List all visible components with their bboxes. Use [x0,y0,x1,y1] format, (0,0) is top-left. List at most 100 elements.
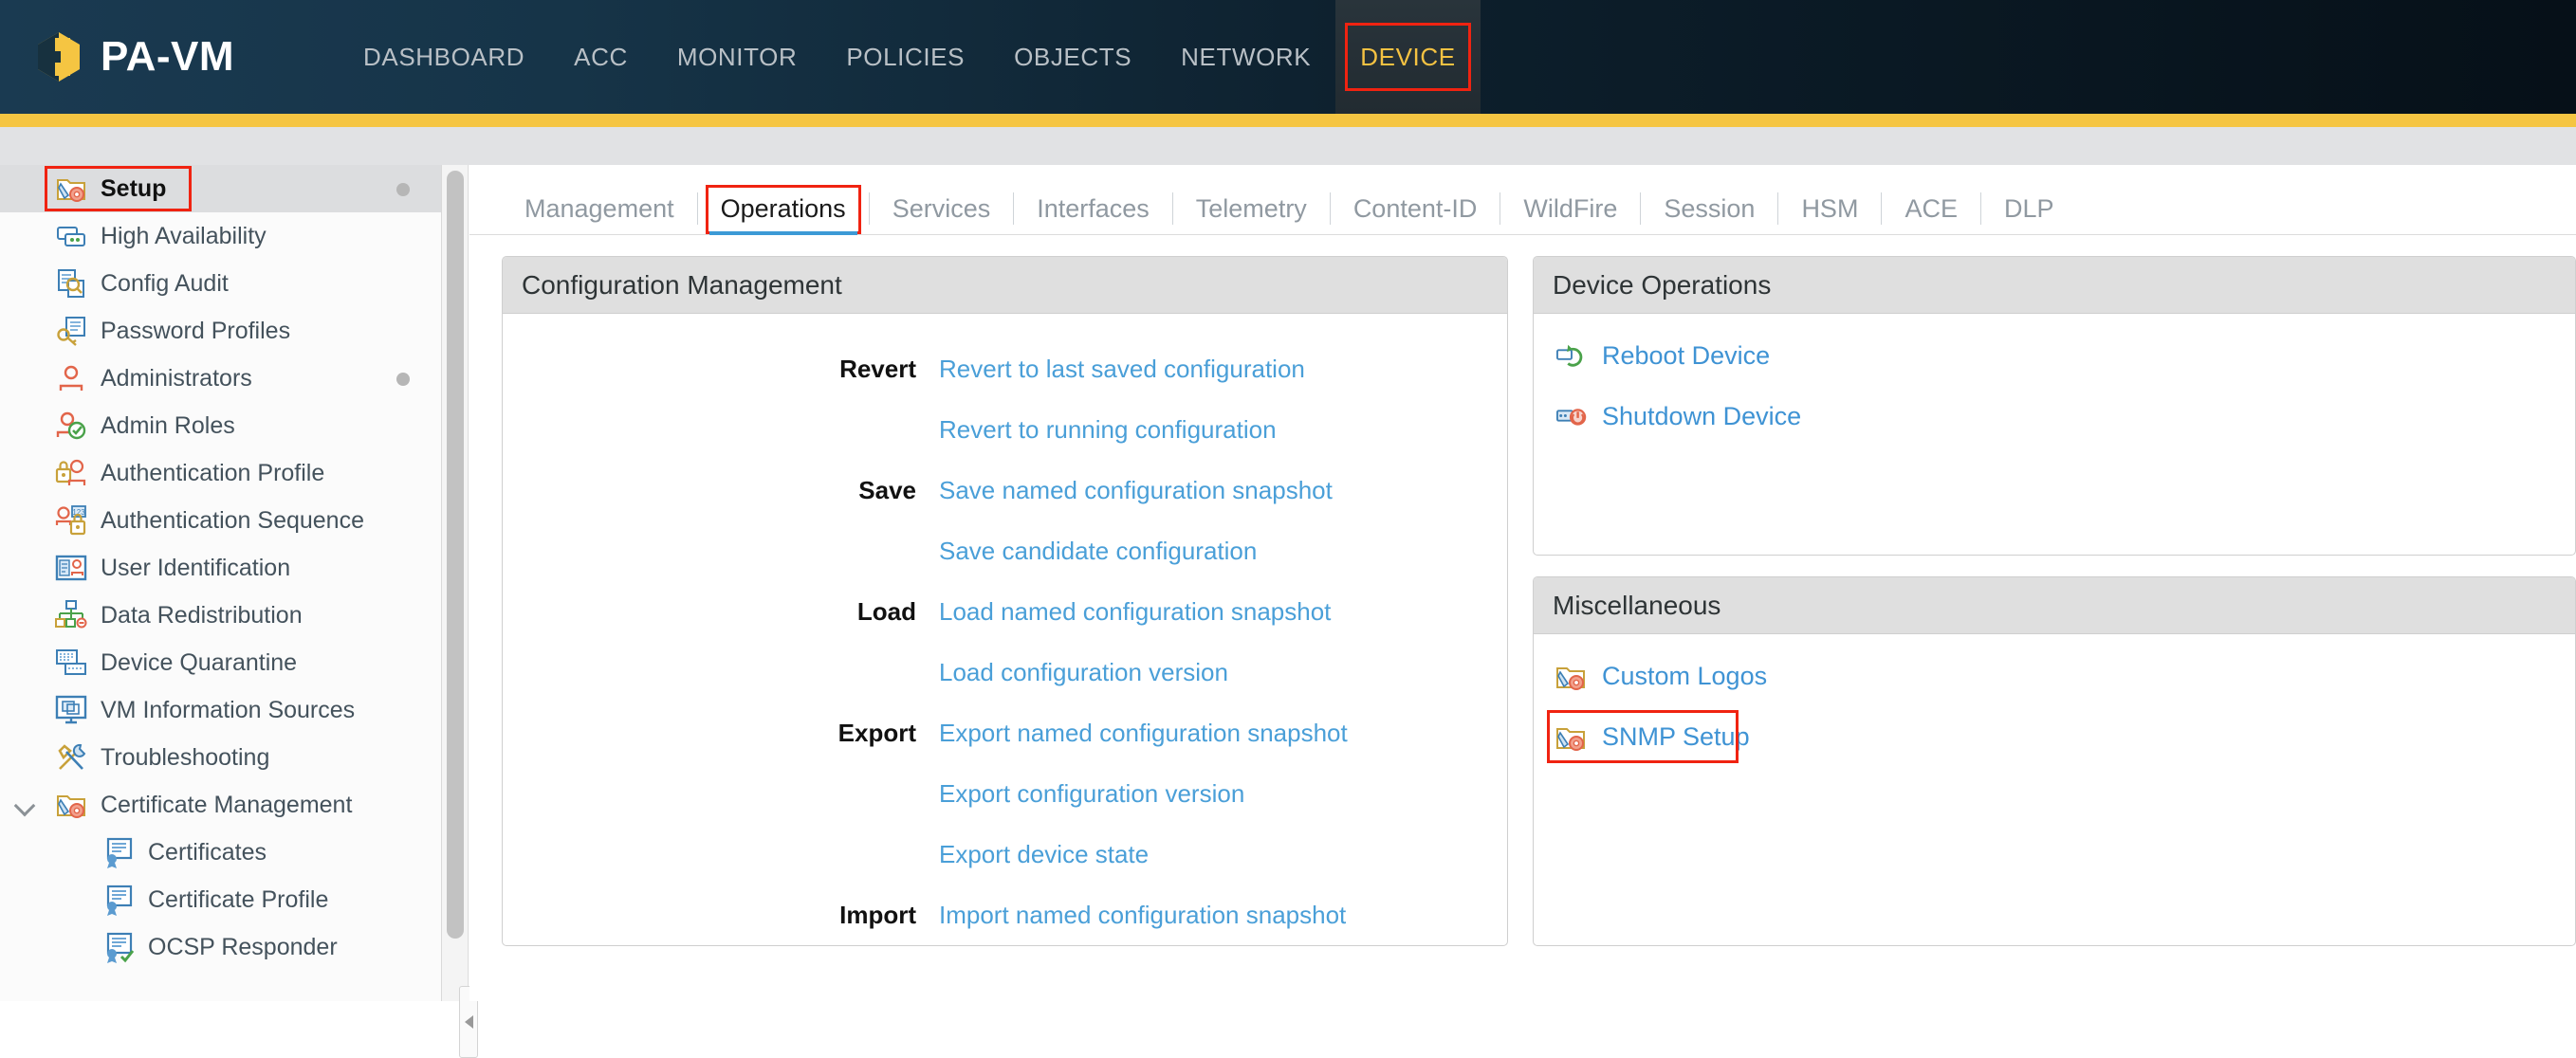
operation-row: Shutdown Device [1534,386,2575,447]
sidebar-scrollbar[interactable] [442,165,469,1001]
sidebar-scrollbar-thumb[interactable] [447,171,464,939]
nav-item-label: NETWORK [1181,43,1311,72]
miscellaneous-list: Custom Logos SNMP Setup [1534,634,2575,767]
tab-label: Content-ID [1353,194,1478,224]
sidebar-item-user-identification[interactable]: User Identification [0,544,441,592]
config-link-export-configuration-version[interactable]: Export configuration version [939,779,1244,809]
config-link-load-configuration-version[interactable]: Load configuration version [939,658,1228,687]
config-row-label: Export [503,719,939,748]
tab-dlp[interactable]: DLP [1981,183,2077,234]
nav-item-label: MONITOR [677,43,798,72]
custom-logos-icon [1555,661,1589,691]
sidebar-item-certificate-profile[interactable]: Certificate Profile [0,876,441,923]
sidebar-item-config-audit[interactable]: Config Audit [0,260,441,307]
sidebar-item-data-redistribution[interactable]: Data Redistribution [0,592,441,639]
right-column: Device Operations Reboot DeviceShutdown … [1533,256,2576,946]
link-snmp-setup[interactable]: SNMP Setup [1602,722,1750,752]
main-content: Management Operations Services InterfacesTe… [469,165,2576,1001]
sidebar-item-ocsp-responder[interactable]: OCSP Responder [0,923,441,971]
tab-ace[interactable]: ACE [1882,183,1980,234]
nav-item-dashboard[interactable]: DASHBOARD [339,0,549,114]
sidebar-item-certificates[interactable]: Certificates [0,829,441,876]
sidebar-item-password-profiles[interactable]: Password Profiles [0,307,441,355]
tab-wildfire[interactable]: WildFire [1500,183,1640,234]
tab-interfaces[interactable]: Interfaces [1014,183,1172,234]
ocsp-responder-icon [102,931,135,963]
tab-content-id[interactable]: Content-ID [1331,183,1500,234]
config-row: Export device state [503,824,1507,885]
device-quarantine-icon [55,647,87,679]
sidebar-item-label: Device Quarantine [101,651,297,675]
nav-item-network[interactable]: NETWORK [1156,0,1335,114]
config-row: LoadLoad named configuration snapshot [503,581,1507,642]
config-row: Import device state [503,945,1507,946]
config-row-label: Revert [503,355,939,384]
nav-item-objects[interactable]: OBJECTS [989,0,1156,114]
sidebar: Setup High Availability Config AuditPasswo… [0,165,442,1001]
config-row: Export configuration version [503,763,1507,824]
tab-management[interactable]: Management [502,183,697,234]
sidebar-item-device-quarantine[interactable]: Device Quarantine [0,639,441,686]
config-row-label: Import [503,901,939,930]
sidebar-item-administrators[interactable]: Administrators [0,355,441,402]
tab-operations[interactable]: Operations [698,183,869,234]
tab-telemetry[interactable]: Telemetry [1173,183,1330,234]
settings-tabs: Management Operations Services InterfacesTe… [469,165,2576,235]
tab-hsm[interactable]: HSM [1778,183,1881,234]
palo-alto-hex-logo-icon [34,30,83,83]
config-link-import-named-configuration-snapshot[interactable]: Import named configuration snapshot [939,901,1346,930]
config-link-save-named-configuration-snapshot[interactable]: Save named configuration snapshot [939,476,1333,505]
config-link-revert-to-last-saved-configuration[interactable]: Revert to last saved configuration [939,355,1305,384]
high-availability-icon [55,220,87,252]
chevron-down-icon[interactable] [14,795,36,817]
config-audit-icon [55,267,87,300]
tab-label: Services [892,194,991,224]
sidebar-item-label: User Identification [101,556,290,580]
config-link-save-candidate-configuration[interactable]: Save candidate configuration [939,537,1257,566]
tab-label: Operations [721,194,846,224]
reboot-device-icon [1555,340,1589,371]
sidebar-item-label: OCSP Responder [148,936,338,959]
data-redistribution-icon [55,599,87,631]
troubleshooting-tools-icon [55,741,87,774]
config-row-label: Save [503,476,939,505]
sidebar-item-certificate-management[interactable]: Certificate Management [0,781,441,829]
link-reboot-device[interactable]: Reboot Device [1602,341,1770,371]
config-link-load-named-configuration-snapshot[interactable]: Load named configuration snapshot [939,597,1331,627]
sidebar-item-high-availability[interactable]: High Availability [0,212,441,260]
sidebar-item-vm-information-sources[interactable]: VM Information Sources [0,686,441,734]
nav-item-monitor[interactable]: MONITOR [653,0,822,114]
sidebar-item-authentication-sequence[interactable]: 123Authentication Sequence [0,497,441,544]
nav-item-device[interactable]: DEVICE [1335,0,1480,114]
config-link-export-named-configuration-snapshot[interactable]: Export named configuration snapshot [939,719,1348,748]
sidebar-item-authentication-profile[interactable]: Authentication Profile [0,449,441,497]
snmp-setup-icon [1555,721,1589,752]
tab-session[interactable]: Session [1641,183,1777,234]
config-link-revert-to-running-configuration[interactable]: Revert to running configuration [939,415,1277,445]
sidebar-item-setup[interactable]: Setup [0,165,441,212]
sidebar-item-admin-roles[interactable]: Admin Roles [0,402,441,449]
sidebar-item-label: Certificates [148,841,267,865]
certificate-management-folder-icon [55,789,87,821]
configuration-management-title: Configuration Management [503,257,1507,314]
administrators-user-icon [55,362,87,394]
nav-item-acc[interactable]: ACC [549,0,653,114]
device-operations-card: Device Operations Reboot DeviceShutdown … [1533,256,2576,556]
config-link-export-device-state[interactable]: Export device state [939,840,1149,869]
operation-row: Reboot Device [1534,325,2575,386]
sidebar-item-label: High Availability [101,225,267,248]
sidebar-item-troubleshooting[interactable]: Troubleshooting [0,734,441,781]
miscellaneous-title: Miscellaneous [1534,577,2575,634]
device-operations-list: Reboot Device Shutdown Device [1534,314,2575,447]
nav-item-label: OBJECTS [1014,43,1132,72]
tab-services[interactable]: Services [870,183,1014,234]
link-custom-logos[interactable]: Custom Logos [1602,662,1767,691]
certificate-profile-icon [102,884,135,916]
authentication-profile-lock-icon [55,457,87,489]
nav-item-policies[interactable]: POLICIES [821,0,989,114]
admin-roles-check-icon [55,410,87,442]
sidebar-item-label: Certificate Management [101,794,352,817]
tab-label: Management [524,194,674,224]
miscellaneous-card: Miscellaneous Custom Logos SNMP Setup [1533,576,2576,946]
link-shutdown-device[interactable]: Shutdown Device [1602,402,1801,431]
